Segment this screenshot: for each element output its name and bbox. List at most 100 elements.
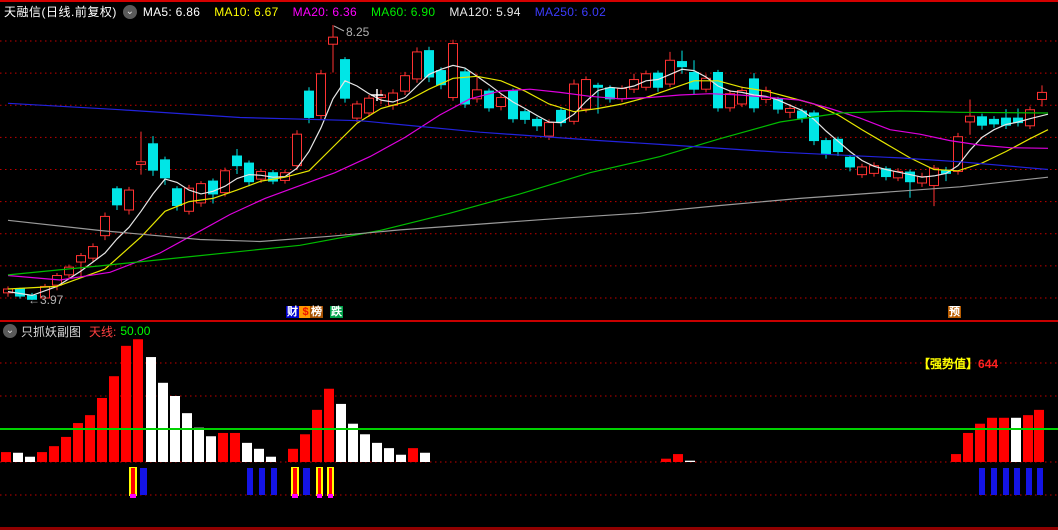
strength-value: 644	[978, 357, 999, 371]
candle-body	[496, 97, 506, 108]
sub-chart-header: ⌄ 只抓妖副图 天线: 50.00	[3, 323, 150, 339]
candle-body	[929, 167, 939, 187]
candle-body	[304, 90, 314, 118]
indicator-bar	[146, 357, 156, 462]
indicator-bar	[218, 432, 228, 462]
signal-bar-blue	[271, 468, 277, 495]
candle-body	[292, 133, 302, 167]
indicator-bar	[194, 427, 204, 462]
candle-body	[665, 59, 675, 85]
indicator-bar	[230, 432, 240, 462]
candle-body	[244, 162, 254, 183]
candle-body	[160, 159, 170, 179]
candle-body	[220, 170, 230, 194]
signal-bar-striped-core	[329, 468, 332, 494]
indicator-bar	[266, 456, 276, 462]
indicator-bar	[300, 434, 310, 462]
hotkey-badge[interactable]: 跌	[330, 306, 343, 318]
candle-body	[328, 36, 338, 45]
indicator-bar	[384, 448, 394, 462]
candle-body	[977, 116, 987, 126]
signal-bar-blue	[1003, 468, 1009, 495]
indicator-bar	[963, 432, 973, 462]
chart-canvas[interactable]: 8.25 ←3.97	[0, 0, 1058, 530]
chevron-down-icon[interactable]: ⌄	[3, 324, 17, 338]
ma-legend: MA5: 6.86 MA10: 6.67 MA20: 6.36 MA60: 6.90 M…	[143, 5, 606, 19]
signal-bar-blue	[1037, 468, 1043, 495]
candle-body	[520, 111, 530, 120]
signal-bar-blue	[1026, 468, 1032, 495]
indicator-bar	[999, 417, 1009, 462]
low-price-label: ←3.97	[28, 293, 64, 307]
signal-bar-striped-core	[318, 468, 321, 494]
candle-body	[232, 155, 242, 167]
candle-body	[340, 59, 350, 99]
indicator-title: 只抓妖副图	[21, 324, 82, 339]
indicator-bar	[673, 454, 683, 462]
hotkey-badge[interactable]: 财	[286, 306, 299, 318]
indicator-bar	[61, 436, 71, 462]
signal-bar-blue	[259, 468, 265, 495]
indicator-bar	[49, 446, 59, 462]
indicator-bar	[158, 382, 168, 462]
indicator-bar	[336, 403, 346, 462]
indicator-bar	[372, 442, 382, 462]
indicator-param-value: 50.00	[120, 324, 151, 338]
indicator-bar	[1, 452, 11, 462]
candle-body	[316, 73, 326, 117]
candle-body	[1037, 91, 1047, 100]
indicator-bar	[121, 345, 131, 462]
candle-body	[821, 140, 831, 155]
high-price-label: 8.25	[346, 25, 370, 39]
candle-body	[400, 75, 410, 92]
main-chart-header: 天融信(日线.前复权) ⌄ MA5: 6.86 MA10: 6.67 MA20: 6…	[4, 3, 606, 20]
chevron-down-icon[interactable]: ⌄	[122, 4, 137, 19]
ma-legend-item: MA10: 6.67	[214, 4, 279, 19]
signal-bar-striped-tick	[328, 494, 333, 498]
signal-bar-striped-tick	[292, 494, 298, 498]
indicator-bar	[685, 460, 695, 462]
candle-body	[412, 51, 422, 80]
signal-bar-blue	[247, 468, 253, 495]
signal-bar-blue	[979, 468, 985, 495]
ma-line-ma5	[7, 64, 1049, 297]
indicator-bar	[109, 376, 119, 462]
signal-bar-striped-tick	[130, 494, 136, 498]
candle-body	[544, 122, 554, 137]
signal-bar-striped-tick	[317, 494, 322, 498]
indicator-bar	[951, 454, 961, 462]
indicator-bar	[420, 452, 430, 462]
indicator-bar	[85, 415, 95, 462]
candle-body	[989, 118, 999, 125]
signal-bar-blue	[991, 468, 997, 495]
hotkey-badge[interactable]: 榜	[310, 306, 323, 318]
signal-bar-blue	[1014, 468, 1020, 495]
candle-body	[617, 88, 627, 100]
candle-body	[593, 84, 603, 88]
candle-body	[76, 255, 86, 263]
indicator-bar	[242, 442, 252, 462]
candle-body	[172, 188, 182, 206]
candle-body	[448, 43, 458, 99]
signal-bar-blue	[303, 468, 310, 495]
candle-body	[88, 246, 98, 259]
indicator-bar	[408, 448, 418, 462]
candle-body	[124, 189, 134, 211]
candle-body	[100, 215, 110, 237]
hotkey-badge[interactable]: 预	[948, 306, 961, 318]
high-leader-line	[333, 25, 345, 32]
indicator-bar	[133, 339, 143, 462]
ma-legend-item: MA120: 5.94	[449, 4, 521, 19]
ma-line-ma120	[7, 176, 1049, 243]
indicator-bar	[1034, 409, 1044, 462]
candle-body	[364, 97, 374, 114]
indicator-param-label: 天线:	[89, 324, 117, 339]
indicator-bar	[312, 409, 322, 462]
indicator-bar	[396, 454, 406, 462]
candle-body	[148, 143, 158, 171]
strength-label: 【强势值】	[918, 357, 979, 371]
candle-body	[388, 92, 398, 106]
indicator-bar	[13, 452, 23, 462]
signal-bar-blue	[140, 468, 147, 495]
candle-body	[677, 61, 687, 68]
